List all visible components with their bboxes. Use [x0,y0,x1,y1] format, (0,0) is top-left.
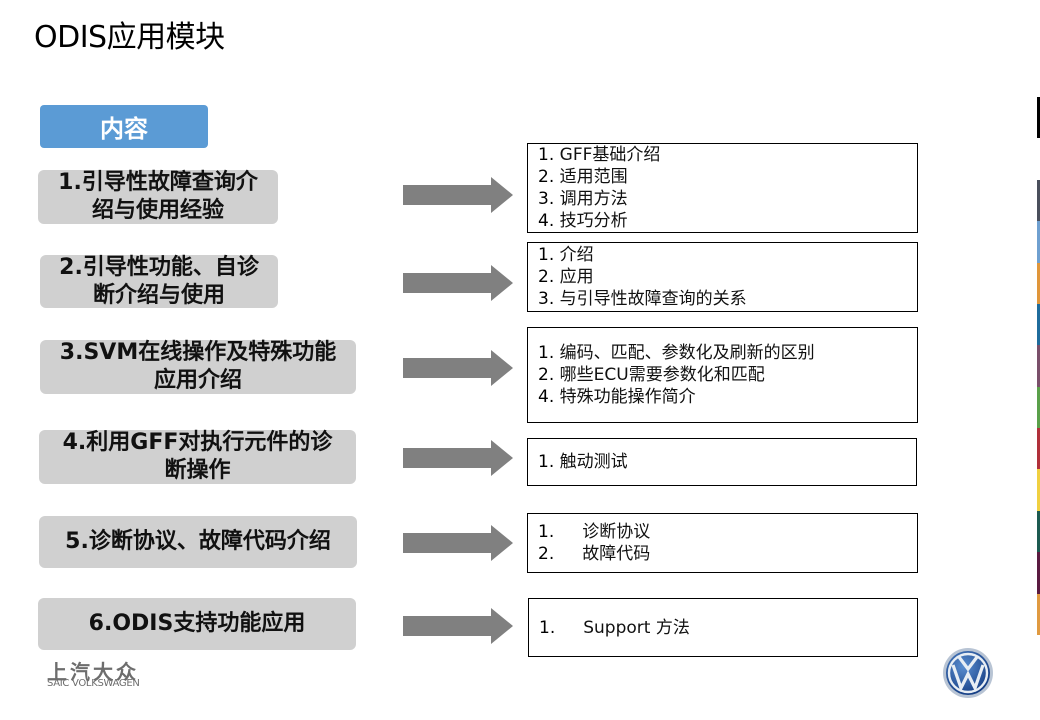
slide-title: ODIS应用模块 [34,20,225,55]
detail-box-6: 1. Support 方法 [528,598,918,657]
item-number: 1. [538,452,555,472]
brand-name-en: SAIC VOLKSWAGEN [47,678,140,689]
detail-item: 2. 应用 [538,266,907,288]
item-text: 介绍 [559,245,594,265]
topic-4: 4.利用GFF对执行元件的诊 断操作 [39,430,356,484]
item-number: 3. [538,289,555,309]
item-text: GFF基础介绍 [559,145,661,165]
detail-item: 1. 编码、匹配、参数化及刷新的区别 [538,342,907,364]
detail-item: 3. 调用方法 [538,188,907,210]
item-text: Support 方法 [583,617,690,638]
arrow-icon [403,265,513,301]
detail-item: 2. 适用范围 [538,166,907,188]
item-text: 诊断协议 [582,522,651,542]
topic-3: 3.SVM在线操作及特殊功能 应用介绍 [40,340,356,394]
topic-6: 6.ODIS支持功能应用 [38,598,356,650]
item-number: 1. [538,145,555,165]
item-text: 技巧分析 [559,211,628,231]
item-text: 编码、匹配、参数化及刷新的区别 [559,343,815,363]
detail-item: 2. 故障代码 [538,543,907,565]
arrow-icon [403,440,513,476]
detail-item: 1. GFF基础介绍 [538,144,907,166]
arrow-icon [403,177,513,213]
detail-item: 1. 介绍 [538,244,907,266]
item-number: 2. [538,267,555,287]
detail-box-2: 1. 介绍 2. 应用 3. 与引导性故障查询的关系 [527,242,918,312]
item-number: 2. [538,365,555,385]
detail-box-4: 1. 触动测试 [527,438,917,486]
item-number: 2. [538,544,555,564]
item-text: 应用 [559,267,594,287]
item-number: 3. [538,189,555,209]
item-number: 1. [539,617,556,638]
item-number: 1. [538,245,555,265]
item-text: 故障代码 [582,544,651,564]
item-number: 2. [538,167,555,187]
item-text: 触动测试 [559,452,628,472]
item-number: 4. [538,387,555,407]
topic-1: 1.引导性故障查询介 绍与使用经验 [38,170,278,224]
detail-box-1: 1. GFF基础介绍 2. 适用范围 3. 调用方法 4. 技巧分析 [527,143,918,233]
detail-box-5: 1. 诊断协议 2. 故障代码 [527,513,918,573]
item-number: 4. [538,211,555,231]
item-number: 1. [538,522,555,542]
detail-item: 4. 技巧分析 [538,210,907,232]
detail-item: 1. Support 方法 [539,617,907,639]
item-text: 特殊功能操作简介 [559,387,696,407]
arrow-icon [403,525,513,561]
item-text: 调用方法 [559,189,628,209]
item-number: 1. [538,343,555,363]
topic-5: 5.诊断协议、故障代码介绍 [39,516,357,568]
item-text: 适用范围 [559,167,628,187]
vw-logo-icon [943,648,993,698]
item-text: 与引导性故障查询的关系 [559,289,747,309]
arrow-icon [403,350,513,386]
detail-box-3: 1. 编码、匹配、参数化及刷新的区别 2. 哪些ECU需要参数化和匹配 4. 特… [527,327,918,423]
arrow-icon [403,608,513,644]
topic-2: 2.引导性功能、自诊 断介绍与使用 [40,255,278,308]
detail-item: 1. 触动测试 [538,451,906,473]
detail-item: 3. 与引导性故障查询的关系 [538,288,907,310]
content-badge: 内容 [40,105,208,148]
detail-item: 2. 哪些ECU需要参数化和匹配 [538,364,907,386]
item-text: 哪些ECU需要参数化和匹配 [559,365,765,385]
detail-item: 1. 诊断协议 [538,521,907,543]
detail-item: 4. 特殊功能操作简介 [538,386,907,408]
